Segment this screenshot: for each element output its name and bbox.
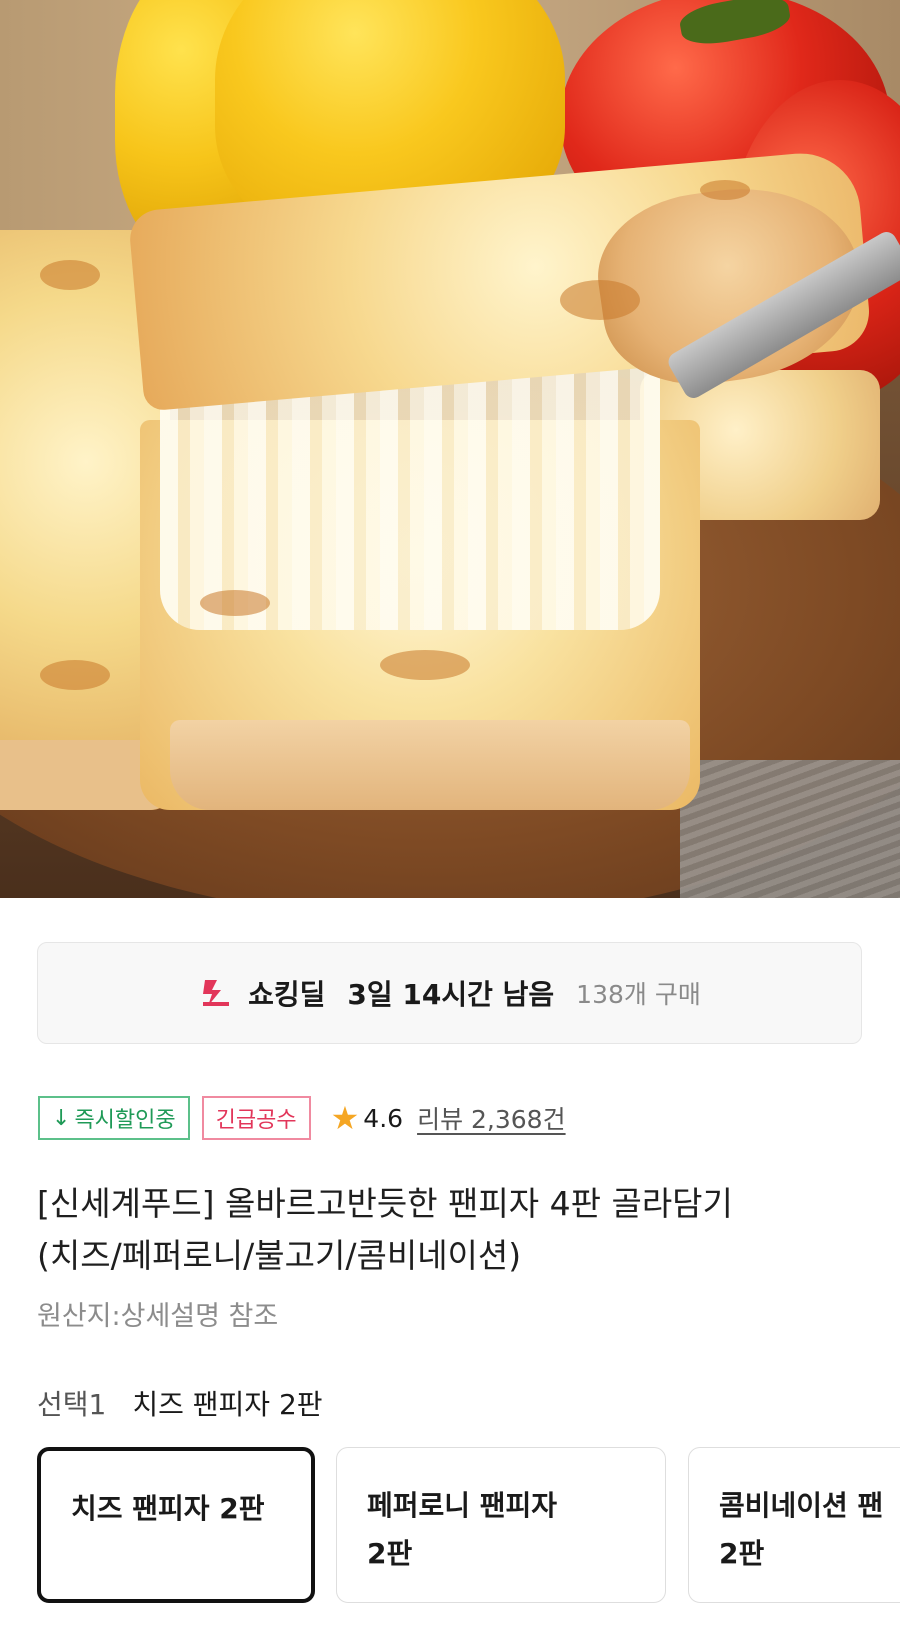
origin-info: 원산지:상세설명 참조 [37,1301,279,1332]
option-header: 선택1 치즈 팬피자 2판 [37,1383,323,1423]
badge-row: ↓ 즉시할인중 긴급공수 ★ 4.6 리뷰 2,368건 [38,1095,566,1141]
product-title: [신세계푸드] 올바르고반듯한 팬피자 4판 골라담기 (치즈/페퍼로니/불고기… [37,1178,867,1282]
cheese-spot [200,590,270,616]
product-title-line: [신세계푸드] 올바르고반듯한 팬피자 4판 골라담기 [37,1184,733,1223]
instant-discount-badge: ↓ 즉시할인중 [38,1096,190,1140]
option-card-label: 콤비네이션 팬 [719,1489,884,1522]
option-card-label: 치즈 팬피자 2판 [71,1492,265,1525]
option-card-cheese[interactable]: 치즈 팬피자 2판 [37,1447,315,1603]
option-card-label: 2판 [719,1537,765,1570]
cheese-spot [380,650,470,680]
deal-timer-bar: 쇼킹딜 3일 14시간 남음 138개 구매 [37,942,862,1044]
bolt-icon [198,975,234,1011]
star-icon: ★ [330,1099,360,1137]
rating: ★ 4.6 리뷰 2,368건 [331,1100,566,1136]
option-card-combination[interactable]: 콤비네이션 팬 2판 [688,1447,900,1603]
product-image[interactable] [0,0,900,898]
instant-discount-label: 즉시할인중 [74,1108,176,1133]
deal-name: 쇼킹딜 [248,978,326,1011]
option-selected-value: 치즈 팬피자 2판 [132,1388,323,1421]
cloth [680,760,900,898]
purchase-count: 138개 구매 [576,980,701,1009]
option-card-label: 페퍼로니 팬피자 [367,1489,558,1522]
deal-time-left: 3일 14시간 남음 [347,978,555,1011]
rating-score: 4.6 [363,1103,404,1133]
cheese-spot [700,180,750,200]
arrow-down-icon: ↓ [52,1105,71,1131]
urgent-label: 긴급공수 [215,1108,297,1133]
cheese-spot [40,260,100,290]
product-title-line: (치즈/페퍼로니/불고기/콤비네이션) [37,1236,522,1275]
cheese-spot [40,660,110,690]
option-card-pepperoni[interactable]: 페퍼로니 팬피자 2판 [336,1447,666,1603]
option-card-label: 2판 [367,1537,413,1570]
option-card-list: 치즈 팬피자 2판 페퍼로니 팬피자 2판 콤비네이션 팬 2판 [37,1447,900,1607]
option-label: 선택1 [37,1388,107,1421]
review-link[interactable]: 리뷰 2,368건 [417,1100,566,1136]
cheese-spot [560,280,640,320]
urgent-badge: 긴급공수 [201,1096,311,1140]
